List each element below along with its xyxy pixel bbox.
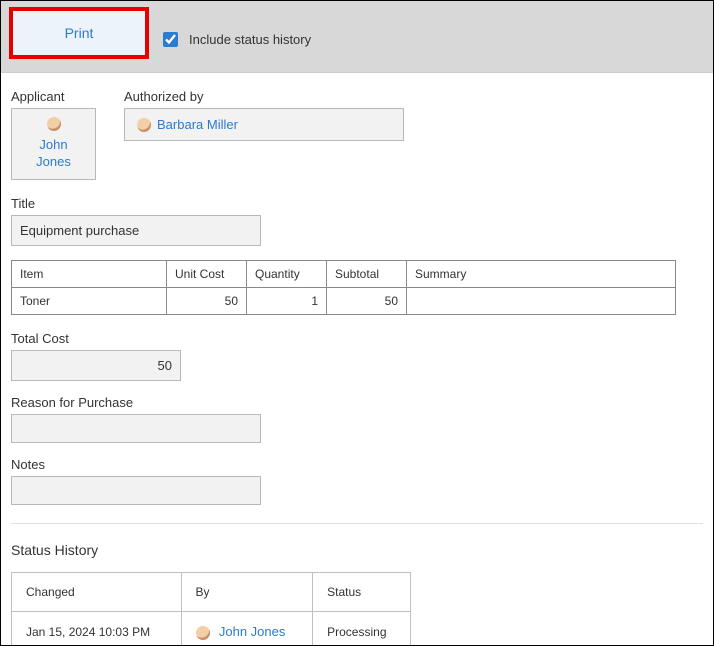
col-subtotal: Subtotal — [327, 260, 407, 287]
notes-label: Notes — [11, 457, 703, 472]
total-cost-field: Total Cost 50 — [11, 331, 703, 381]
include-history-option[interactable]: Include status history — [159, 29, 311, 50]
status-history-title: Status History — [11, 542, 703, 558]
history-user-link[interactable]: John Jones — [219, 624, 286, 639]
print-button-highlight: Print — [9, 7, 149, 59]
applicant-label: Applicant — [11, 89, 96, 104]
applicant-value[interactable]: John Jones — [11, 108, 96, 180]
col-by: By — [181, 572, 313, 611]
divider — [11, 523, 703, 524]
col-item: Item — [12, 260, 167, 287]
table-row: Jan 15, 2024 10:03 PM John Jones Process… — [12, 611, 411, 646]
cell-status: Processing — [313, 611, 411, 646]
cell-quantity: 1 — [247, 287, 327, 314]
reason-field: Reason for Purchase — [11, 395, 703, 443]
table-row: Toner 50 1 50 — [12, 287, 676, 314]
title-input[interactable]: Equipment purchase — [11, 215, 261, 246]
applicant-link[interactable]: John Jones — [24, 137, 83, 171]
cell-item: Toner — [12, 287, 167, 314]
print-button[interactable]: Print — [59, 24, 100, 42]
notes-input[interactable] — [11, 476, 261, 505]
status-history-table: Changed By Status Jan 15, 2024 10:03 PM … — [11, 572, 411, 646]
authorized-by-link[interactable]: Barbara Miller — [157, 117, 238, 132]
col-summary: Summary — [407, 260, 676, 287]
authorized-by-field: Authorized by Barbara Miller — [124, 89, 404, 180]
title-label: Title — [11, 196, 703, 211]
reason-input[interactable] — [11, 414, 261, 443]
col-status: Status — [313, 572, 411, 611]
avatar-icon — [47, 117, 61, 131]
title-field: Title Equipment purchase — [11, 196, 703, 246]
cell-by: John Jones — [181, 611, 313, 646]
cell-subtotal: 50 — [327, 287, 407, 314]
items-table: Item Unit Cost Quantity Subtotal Summary… — [11, 260, 676, 315]
total-cost-value: 50 — [11, 350, 181, 381]
col-changed: Changed — [12, 572, 182, 611]
applicant-field: Applicant John Jones — [11, 89, 96, 180]
avatar-icon — [196, 626, 210, 640]
total-cost-label: Total Cost — [11, 331, 703, 346]
include-history-label: Include status history — [189, 32, 311, 47]
avatar-icon — [137, 118, 151, 132]
col-quantity: Quantity — [247, 260, 327, 287]
notes-field: Notes — [11, 457, 703, 505]
cell-changed: Jan 15, 2024 10:03 PM — [12, 611, 182, 646]
authorized-by-value[interactable]: Barbara Miller — [124, 108, 404, 141]
cell-unit-cost: 50 — [167, 287, 247, 314]
cell-summary — [407, 287, 676, 314]
toolbar: Print Include status history — [1, 1, 713, 73]
include-history-checkbox[interactable] — [163, 32, 178, 47]
col-unit-cost: Unit Cost — [167, 260, 247, 287]
reason-label: Reason for Purchase — [11, 395, 703, 410]
authorized-by-label: Authorized by — [124, 89, 404, 104]
